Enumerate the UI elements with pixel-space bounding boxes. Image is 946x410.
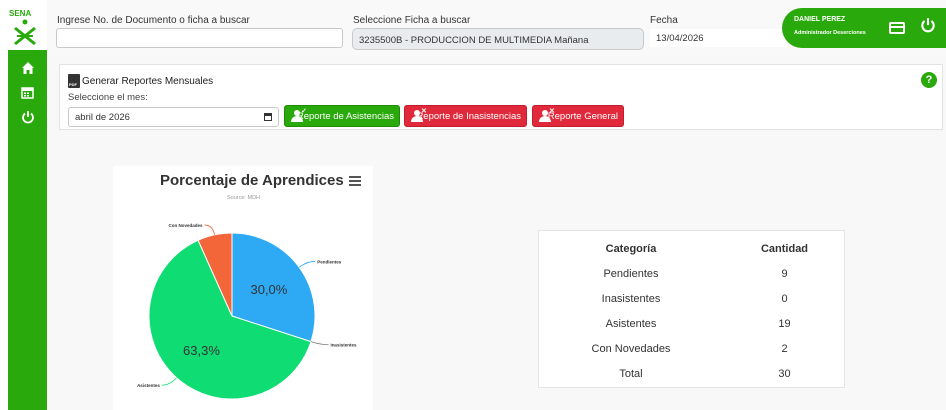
- sidebar: SENA: [0, 0, 47, 410]
- ficha-select-label: Seleccione Ficha a buscar: [353, 15, 471, 26]
- month-value: abril de 2026: [75, 112, 130, 123]
- table-row: Pendientes 9: [539, 262, 846, 287]
- logout-button[interactable]: [920, 17, 936, 38]
- table-row: Total 30: [539, 362, 846, 387]
- table-cell: 2: [781, 343, 788, 355]
- pdf-icon-text: PDF: [69, 82, 77, 87]
- ficha-select[interactable]: 3235500B - PRODUCCION DE MULTIMEDIA Maña…: [352, 28, 644, 50]
- user-check-icon: ✓: [290, 108, 307, 122]
- report-asistencias-label: Reporte de Asistencias: [296, 110, 394, 122]
- user-badge: DANIEL PEREZ Administrador Deserciones: [782, 8, 946, 48]
- pie-category-label: Con Novedades: [169, 223, 204, 228]
- table-header-row: Categoría Cantidad: [539, 237, 846, 262]
- table-cell: Pendientes: [603, 268, 659, 280]
- report-inasistencias-label: Reporte de Inasistencias: [416, 110, 521, 122]
- table-cell: Asistentes: [605, 318, 657, 330]
- sidebar-item-logout[interactable]: [8, 104, 47, 130]
- document-search-label: Ingrese No. de Documento o ficha a busca…: [57, 15, 250, 26]
- reports-title: Generar Reportes Mensuales: [82, 76, 214, 87]
- search-bar: Ingrese No. de Documento o ficha a busca…: [47, 0, 946, 56]
- table-cell: 9: [781, 268, 788, 280]
- calendar-icon: [21, 86, 34, 99]
- calendar-picker-icon[interactable]: [264, 113, 272, 121]
- pie-connector: [298, 260, 316, 268]
- report-general-button[interactable]: ✕ Reporte General: [532, 105, 624, 127]
- pie-connector: [204, 224, 216, 235]
- pie-category-label: Pendientes: [317, 259, 342, 264]
- report-asistencias-button[interactable]: ✓ Reporte de Asistencias: [284, 105, 400, 127]
- table-header-category: Categoría: [605, 243, 657, 255]
- table-row: Con Novedades 2: [539, 337, 846, 362]
- summary-table: Categoría Cantidad Pendientes 9 Inasiste…: [538, 230, 845, 388]
- table-header-quantity: Cantidad: [760, 243, 809, 255]
- month-select-label: Seleccione el mes:: [68, 92, 148, 103]
- pdf-icon: PDF: [68, 74, 80, 88]
- table-cell: 30: [778, 368, 791, 380]
- sidebar-item-calendar[interactable]: [8, 79, 47, 105]
- table-cell: 0: [781, 293, 788, 305]
- pie-data-label: 30,0%: [250, 282, 287, 297]
- chart-card: Porcentaje de Aprendices Source: MDH Pen…: [113, 166, 373, 410]
- sena-logo: SENA: [8, 6, 42, 46]
- table-cell: Con Novedades: [591, 343, 671, 355]
- table-cell: Total: [619, 368, 643, 380]
- power-icon: [21, 111, 34, 124]
- table-cell: 19: [778, 318, 791, 330]
- fecha-label: Fecha: [650, 15, 678, 26]
- table-row: Asistentes 19: [539, 312, 846, 337]
- month-input[interactable]: abril de 2026: [68, 107, 279, 127]
- fecha-field[interactable]: 13/04/2026: [649, 28, 789, 48]
- document-search-input[interactable]: [56, 28, 343, 48]
- report-inasistencias-button[interactable]: ✕ Reporte de Inasistencias: [404, 105, 527, 127]
- pie-category-label: Asistentes: [137, 383, 160, 388]
- sidebar-item-home[interactable]: [8, 55, 47, 81]
- user-name: DANIEL PEREZ: [794, 16, 846, 23]
- monthly-reports-panel: PDF Generar Reportes Mensuales Seleccion…: [59, 64, 943, 130]
- report-general-label: Reporte General: [547, 110, 618, 122]
- power-icon: [921, 18, 935, 33]
- home-icon: [21, 62, 34, 74]
- pie-connector: [310, 341, 329, 346]
- pie-category-label: Inasistentes: [330, 343, 357, 348]
- pie-chart: Pendientes Inasistentes Asistentes Con Nove…: [137, 223, 357, 400]
- table-cell: Inasistentes: [601, 293, 661, 305]
- user-x-icon: ✕: [410, 108, 427, 122]
- user-role: Administrador Deserciones: [794, 30, 866, 36]
- table-row: Inasistentes 0: [539, 287, 846, 312]
- logo-text: SENA: [9, 9, 31, 18]
- pie-connector: [161, 377, 177, 386]
- pie-data-label: 63,3%: [183, 343, 220, 358]
- help-icon[interactable]: ?: [921, 72, 937, 88]
- id-card-icon[interactable]: [889, 22, 905, 34]
- user-x-icon: ✕: [538, 108, 555, 122]
